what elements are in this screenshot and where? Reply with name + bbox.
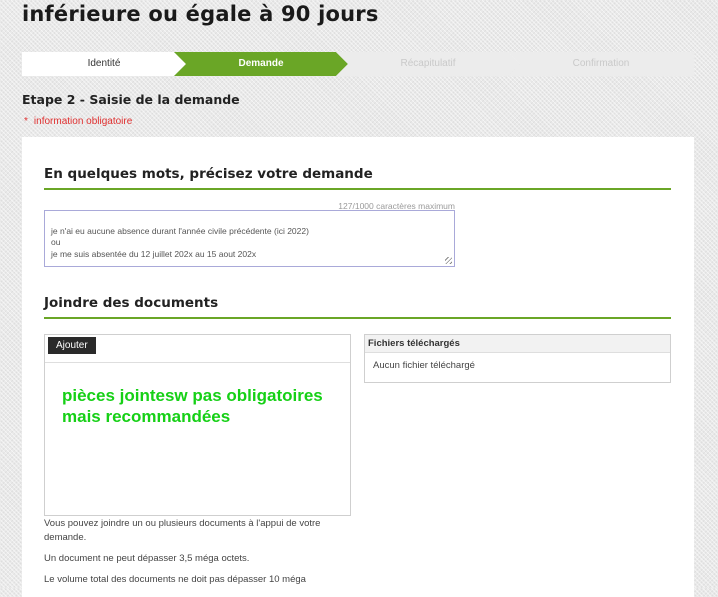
- required-note: * information obligatoire: [24, 116, 132, 127]
- annotation-text: pièces jointesw pas obligatoires mais re…: [62, 385, 323, 427]
- step-confirmation: Confirmation: [508, 52, 694, 76]
- request-textarea[interactable]: je n'ai eu aucune absence durant l'année…: [44, 210, 455, 267]
- step-heading: Etape 2 - Saisie de la demande: [22, 92, 240, 107]
- required-marker: *: [24, 116, 28, 127]
- uploaded-files-header: Fichiers téléchargés: [365, 335, 670, 353]
- page-title: inférieure ou égale à 90 jours: [22, 2, 379, 26]
- progress-stepper: Identité Demande Récapitulatif Confirmat…: [22, 52, 694, 76]
- documents-section-title: Joindre des documents: [44, 295, 671, 319]
- resize-grip-icon[interactable]: [445, 257, 452, 264]
- help-text-size-limit: Un document ne peut dépasser 3,5 méga oc…: [44, 553, 250, 564]
- form-panel: En quelques mots, précisez votre demande…: [22, 137, 694, 597]
- uploaded-files-box: Fichiers téléchargés Aucun fichier téléc…: [364, 334, 671, 383]
- step-identite[interactable]: Identité: [22, 52, 186, 76]
- help-text-total-limit: Le volume total des documents ne doit pa…: [44, 574, 306, 585]
- step-demande[interactable]: Demande: [174, 52, 348, 76]
- uploaded-files-empty: Aucun fichier téléchargé: [373, 360, 475, 371]
- dropzone-toolbar: Ajouter: [45, 335, 350, 363]
- add-document-button[interactable]: Ajouter: [48, 337, 96, 354]
- help-text-attach: Vous pouvez joindre un ou plusieurs docu…: [44, 518, 321, 543]
- step-recapitulatif: Récapitulatif: [336, 52, 520, 76]
- document-dropzone[interactable]: Ajouter pièces jointesw pas obligatoires…: [44, 334, 351, 516]
- request-section-title: En quelques mots, précisez votre demande: [44, 166, 671, 190]
- annotation-text-value: pièces jointesw pas obligatoires mais re…: [62, 386, 323, 426]
- required-note-text: information obligatoire: [33, 116, 133, 127]
- request-textarea-value: je n'ai eu aucune absence durant l'année…: [51, 225, 309, 259]
